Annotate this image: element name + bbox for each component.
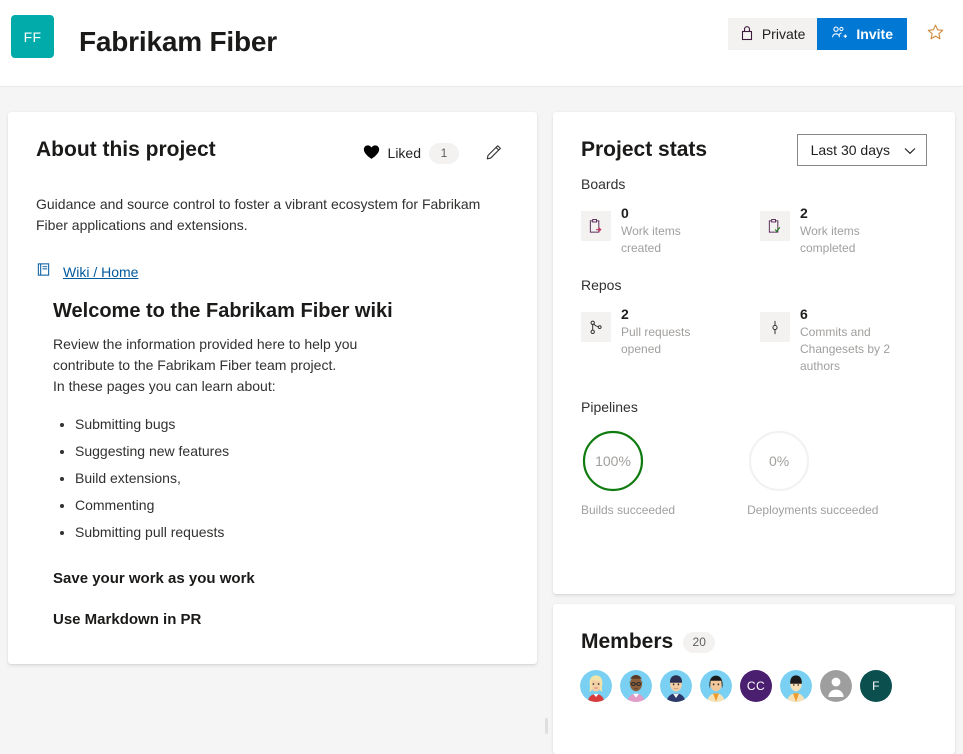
pipeline-deployments-succeeded: 0% Deployments succeeded [747, 429, 878, 517]
stats-grid-repos: 2 Pull requests opened 6 Commits and Cha… [575, 305, 933, 375]
wiki-bullet-list: Submitting bugs Suggesting new features … [75, 411, 509, 546]
avatar-f[interactable]: F [860, 670, 892, 702]
members-avatar-row: CC [580, 670, 955, 702]
stat-text: 2 Work items completed [800, 204, 896, 257]
members-card-header: Members 20 [581, 630, 955, 654]
avatar-man-dark-hair[interactable] [660, 670, 692, 702]
private-button[interactable]: Private [728, 18, 818, 50]
about-card-header: About this project Liked 1 [36, 112, 509, 174]
star-outline-icon [926, 23, 945, 45]
vertical-scrollbar[interactable] [545, 718, 548, 734]
stat-value: 2 [800, 204, 896, 223]
wiki-link-row[interactable]: Wiki / Home [36, 262, 509, 282]
about-description: Guidance and source control to foster a … [36, 194, 516, 236]
wiki-heading: Welcome to the Fabrikam Fiber wiki [53, 300, 509, 323]
wiki-paragraph-line-3: In these pages you can learn about: [53, 378, 276, 394]
stats-section-label-pipelines: Pipelines [581, 399, 927, 415]
avatar-woman-black-hair[interactable] [700, 670, 732, 702]
book-icon [36, 262, 51, 282]
wiki-subheading-2: Use Markdown in PR [53, 611, 509, 628]
edit-about-button[interactable] [479, 138, 509, 168]
list-item: Build extensions, [75, 465, 509, 492]
private-button-label: Private [762, 26, 806, 42]
stat-label: Work items created [621, 223, 717, 257]
builds-succeeded-percent: 100% [581, 429, 645, 493]
deployments-succeeded-percent: 0% [747, 429, 811, 493]
wiki-preview-body: Welcome to the Fabrikam Fiber wiki Revie… [53, 300, 509, 628]
wiki-paragraph-line-1: Review the information provided here to … [53, 336, 357, 352]
list-item: Submitting pull requests [75, 519, 509, 546]
date-range-select[interactable]: Last 30 days [797, 134, 927, 166]
avatar-man-orange-shirt[interactable] [780, 670, 812, 702]
builds-succeeded-caption: Builds succeeded [581, 503, 675, 517]
stat-value: 2 [621, 305, 717, 324]
stats-section-label-repos: Repos [581, 277, 927, 293]
list-item: Suggesting new features [75, 438, 509, 465]
pencil-icon [485, 142, 504, 164]
pipelines-grid: 100% Builds succeeded 0% Deployments suc… [581, 429, 927, 517]
stats-grid-boards: 0 Work items created 2 Work items comple… [575, 204, 933, 257]
members-card-title: Members [581, 630, 673, 654]
stats-section-label-boards: Boards [581, 176, 927, 192]
invite-button-label: Invite [856, 26, 893, 42]
stat-label: Work items completed [800, 223, 896, 257]
wiki-home-link[interactable]: Wiki / Home [63, 264, 138, 280]
invite-button[interactable]: Invite [817, 18, 907, 50]
list-item: Submitting bugs [75, 411, 509, 438]
lock-icon [740, 25, 754, 44]
stat-text: 0 Work items created [621, 204, 717, 257]
date-range-value: Last 30 days [811, 142, 890, 158]
stats-card-title: Project stats [581, 138, 707, 162]
wiki-paragraph: Review the information provided here to … [53, 334, 509, 397]
deployments-succeeded-donut: 0% [747, 429, 811, 493]
avatar-initials-text: F [872, 679, 880, 693]
page-header: FF Fabrikam Fiber Private [0, 0, 963, 87]
project-stats-card: Project stats Last 30 days Boards [553, 112, 955, 594]
like-button-label: Liked [388, 145, 421, 161]
about-card-title: About this project [36, 138, 216, 162]
stat-value: 6 [800, 305, 896, 324]
header-actions: Private Invite [728, 18, 951, 50]
stats-card-header: Project stats Last 30 days [581, 112, 927, 176]
project-avatar: FF [11, 15, 54, 58]
page-content: About this project Liked 1 [0, 88, 963, 733]
members-count-badge: 20 [683, 632, 715, 653]
pull-request-icon [581, 312, 611, 342]
pipeline-builds-succeeded: 100% Builds succeeded [581, 429, 675, 517]
stat-work-items-created: 0 Work items created [575, 204, 754, 257]
stat-work-items-completed: 2 Work items completed [754, 204, 933, 257]
list-item: Commenting [75, 492, 509, 519]
stat-label: Pull requests opened [621, 324, 717, 358]
about-card-actions: Liked 1 [359, 138, 509, 168]
like-button[interactable]: Liked 1 [359, 141, 463, 166]
avatar-generic-person[interactable] [820, 670, 852, 702]
stat-text: 6 Commits and Changesets by 2 authors [800, 305, 896, 375]
stat-value: 0 [621, 204, 717, 223]
clipboard-add-icon [581, 211, 611, 241]
clipboard-check-icon [760, 211, 790, 241]
commit-icon [760, 312, 790, 342]
avatar-woman-glasses[interactable] [620, 670, 652, 702]
stat-label: Commits and Changesets by 2 authors [800, 324, 896, 375]
avatar-blonde-woman[interactable] [580, 670, 612, 702]
about-project-card: About this project Liked 1 [8, 112, 537, 664]
page-title: Fabrikam Fiber [79, 26, 277, 58]
wiki-paragraph-line-2: contribute to the Fabrikam Fiber team pr… [53, 357, 336, 373]
like-count-badge: 1 [429, 143, 459, 164]
favorite-button[interactable] [919, 18, 951, 50]
members-card: Members 20 [553, 604, 955, 754]
avatar-cc[interactable]: CC [740, 670, 772, 702]
wiki-subheading-1: Save your work as you work [53, 570, 509, 587]
heart-filled-icon [363, 144, 380, 163]
stat-commits-changesets: 6 Commits and Changesets by 2 authors [754, 305, 933, 375]
stat-pull-requests-opened: 2 Pull requests opened [575, 305, 754, 375]
add-people-icon [831, 25, 848, 44]
deployments-succeeded-caption: Deployments succeeded [747, 503, 878, 517]
chevron-down-icon [904, 142, 916, 158]
builds-succeeded-donut: 100% [581, 429, 645, 493]
avatar-initials-text: CC [747, 679, 765, 693]
project-avatar-initials: FF [24, 29, 42, 45]
stat-text: 2 Pull requests opened [621, 305, 717, 375]
